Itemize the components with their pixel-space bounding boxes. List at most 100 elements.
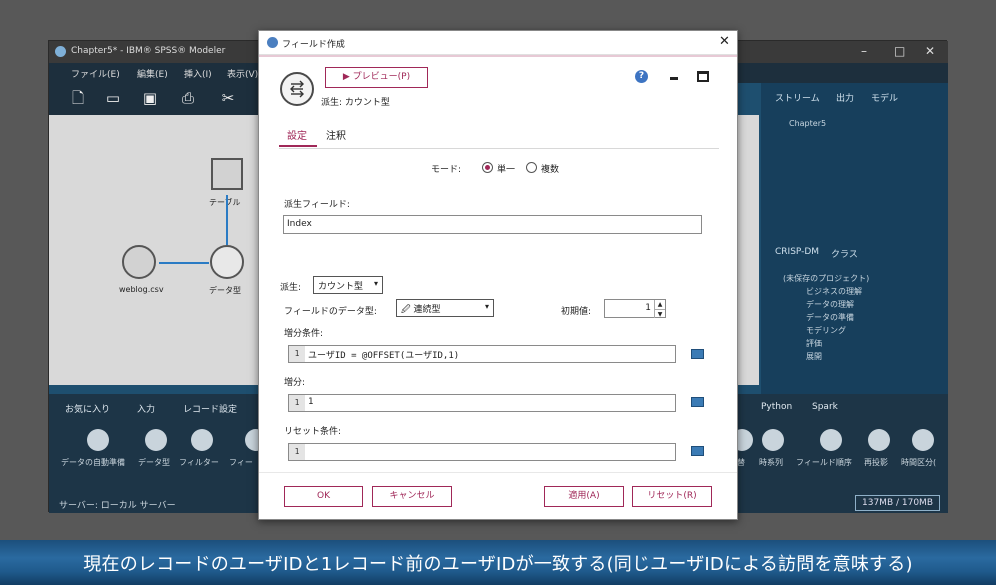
project-item[interactable]: モデリング [806,325,846,336]
palette-label: データの自動準備 [61,458,125,467]
right-panel: ストリーム 出力 モデル Chapter5 CRISP-DM クラス (未保存の… [761,83,948,394]
close-icon[interactable]: ✕ [925,44,935,58]
tab-stream[interactable]: ストリーム [775,91,820,104]
ok-button[interactable]: OK [284,486,363,507]
tab-settings[interactable]: 設定 [287,127,307,142]
palette-tab-input[interactable]: 入力 [137,402,155,415]
tab-class[interactable]: クラス [831,247,858,260]
tab-annotations[interactable]: 注釈 [326,127,346,142]
maximize-icon[interactable]: □ [894,44,905,58]
stream-item[interactable]: Chapter5 [789,119,826,128]
open-folder-icon[interactable]: ▭ [104,89,122,107]
palette-label: 再投影 [864,458,888,467]
derive-as-select[interactable]: カウント型 ▾ [313,276,383,294]
type-node-icon[interactable] [210,245,244,279]
derive-dialog: フィールド作成 ✕ ▶ プレビュー(P) 派生: カウント型 ? 設定 注釈 モ… [258,30,738,520]
weblog-source-node-icon[interactable] [122,245,156,279]
initial-value-stepper[interactable]: 1 ▲ ▼ [604,299,666,318]
table-node-icon[interactable] [211,158,243,190]
palette-tab-python[interactable]: Python [761,402,792,412]
continuous-icon: 🖉 [401,305,414,315]
menu-insert[interactable]: 挿入(I) [184,67,212,80]
expression-builder-icon[interactable] [691,397,704,407]
palette-tab-favorites[interactable]: お気に入り [65,402,110,415]
dialog-subtitle: 派生: カウント型 [321,98,390,108]
derive-field-label: 派生フィールド: [284,200,350,210]
help-icon[interactable]: ? [635,70,648,83]
cut-icon[interactable]: ✂ [219,89,237,107]
dialog-title: フィールド作成 [282,40,345,50]
expression-builder-icon[interactable] [691,446,704,456]
project-item[interactable]: データの理解 [806,299,854,310]
chevron-down-icon: ▾ [373,279,378,288]
new-file-icon[interactable]: 🗋 [69,89,87,107]
field-reorder-node-icon[interactable] [820,429,842,451]
save-icon[interactable]: ▣ [141,89,159,107]
minimize-icon[interactable] [670,77,678,80]
tab-crisp-dm[interactable]: CRISP-DM [775,247,819,257]
memory-status: 137MB / 170MB [855,495,940,511]
connector-arrow [159,262,209,264]
print-icon[interactable]: ⎙ [179,89,197,107]
footer-divider [259,472,737,473]
palette-label: フィー [229,458,253,467]
increment-label: 増分: [284,378,306,388]
field-type-select[interactable]: 🖉 連続型 ▾ [396,299,494,317]
menu-view[interactable]: 表示(V) [227,67,258,80]
reproject-node-icon[interactable] [868,429,890,451]
reset-button[interactable]: リセット(R) [632,486,712,507]
tab-model[interactable]: モデル [871,91,898,104]
mode-multiple-radio[interactable] [526,162,537,173]
project-root[interactable]: (未保存のプロジェクト) [783,273,869,284]
tab-output[interactable]: 出力 [836,91,854,104]
stepper-up-icon[interactable]: ▲ [654,300,665,309]
palette-tab-record[interactable]: レコード設定 [183,402,237,415]
tab-divider [279,148,719,149]
close-icon[interactable]: ✕ [719,34,730,49]
caption-text: 現在のレコードのユーザIDと1レコード前のユーザIDが一致する(同じユーザIDに… [83,554,913,575]
minimize-icon[interactable]: – [861,44,867,58]
derive-node-icon [280,72,314,106]
stepper-down-icon[interactable]: ▼ [654,309,665,318]
auto-data-prep-node-icon[interactable] [87,429,109,451]
reset-condition-expression[interactable]: 1 [288,443,676,461]
connector-arrow [226,195,228,245]
apply-button[interactable]: 適用(A) [544,486,624,507]
cancel-button[interactable]: キャンセル [372,486,452,507]
palette-label: フィルター [179,458,219,467]
palette-label: フィールド順序 [796,458,852,467]
menu-file[interactable]: ファイル(E) [71,67,120,80]
increment-expression[interactable]: 11 [288,394,676,412]
filter-node-icon[interactable] [191,429,213,451]
palette-label: 時系列 [759,458,783,467]
time-series-node-icon[interactable] [762,429,784,451]
dialog-titlebar: フィールド作成 ✕ [259,31,737,55]
reset-condition-label: リセット条件: [284,427,342,437]
type-node-icon[interactable] [145,429,167,451]
menu-edit[interactable]: 編集(E) [137,67,168,80]
time-intervals-node-icon[interactable] [912,429,934,451]
mode-single-radio[interactable] [482,162,493,173]
palette-label: データ型 [138,458,170,467]
derive-as-label: 派生: [280,283,302,293]
preview-button[interactable]: ▶ プレビュー(P) [325,67,428,88]
table-node-label: テーブル [209,198,241,207]
project-item[interactable]: 展開 [806,351,822,362]
field-type-label: フィールドのデータ型: [284,307,377,317]
derive-field-input[interactable]: Index [283,215,702,234]
server-status: サーバー: ローカル サーバー [59,501,176,511]
toolbar: 🗋 ▭ ▣ ⎙ ✂ [49,83,259,115]
project-item[interactable]: ビジネスの理解 [806,286,862,297]
increment-condition-expression[interactable]: 1 ユーザID = @OFFSET(ユーザID,1) [288,345,676,363]
play-icon: ▶ [342,72,353,82]
type-node-label: データ型 [209,286,241,295]
header-accent-line [259,55,737,57]
weblog-node-label: weblog.csv [119,285,164,294]
expression-builder-icon[interactable] [691,349,704,359]
palette-tab-spark[interactable]: Spark [812,402,838,412]
project-item[interactable]: 評価 [806,338,822,349]
project-item[interactable]: データの準備 [806,312,854,323]
spss-logo-icon [55,46,66,57]
maximize-icon[interactable] [697,71,709,82]
mode-multiple-label: 複数 [541,165,560,175]
